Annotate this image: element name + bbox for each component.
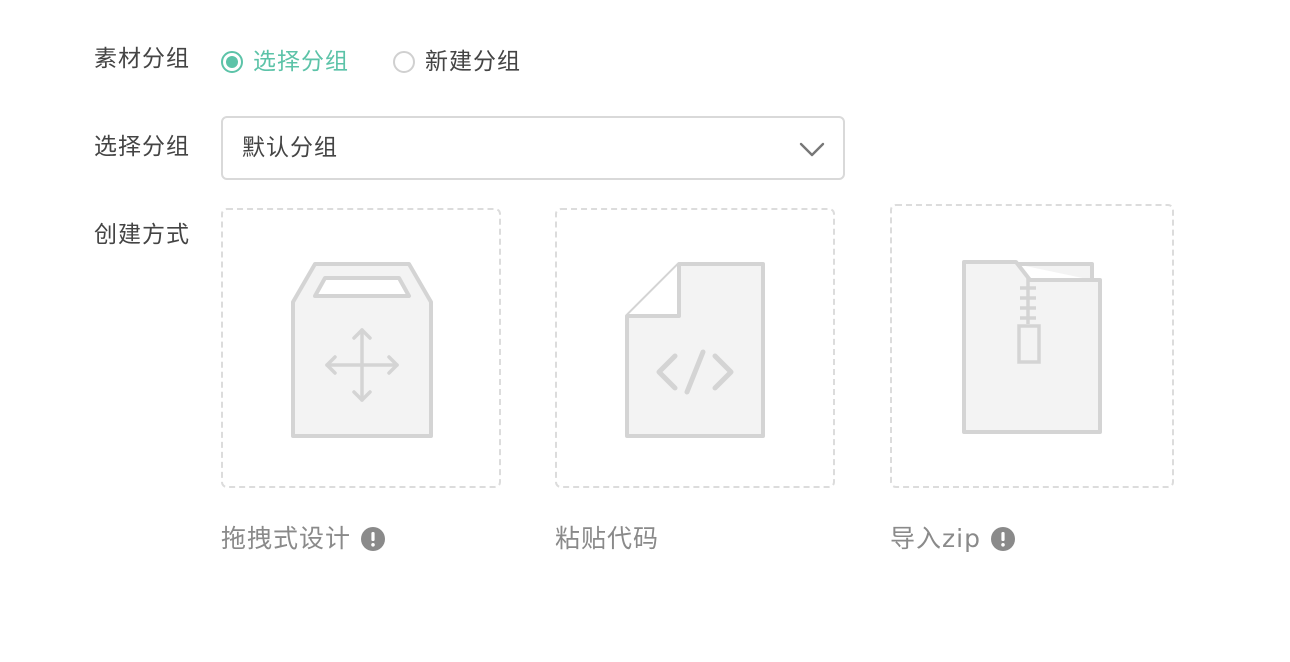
drag-design-card[interactable] [221, 208, 501, 488]
material-group-label: 素材分组 [94, 46, 190, 72]
drag-box-icon [291, 262, 433, 438]
radio-unchecked-icon[interactable] [393, 51, 415, 73]
import-zip-card[interactable] [890, 204, 1174, 488]
select-group-label: 选择分组 [94, 134, 190, 160]
chevron-down-icon[interactable] [799, 140, 825, 158]
import-zip-caption[interactable]: 导入zip [890, 526, 1015, 551]
radio-select-group[interactable]: 选择分组 [221, 46, 349, 78]
group-select-value[interactable]: 默认分组 [242, 137, 338, 160]
radio-new-group-label[interactable]: 新建分组 [425, 50, 521, 74]
code-file-icon [625, 262, 765, 438]
group-select[interactable]: 默认分组 [221, 116, 845, 180]
paste-code-caption[interactable]: 粘贴代码 [555, 526, 659, 551]
create-method-label: 创建方式 [94, 222, 190, 248]
info-icon[interactable] [361, 526, 386, 551]
drag-design-label[interactable]: 拖拽式设计 [221, 526, 351, 551]
zip-file-icon [962, 260, 1102, 434]
import-zip-label[interactable]: 导入zip [890, 526, 981, 551]
info-icon[interactable] [990, 526, 1015, 551]
radio-select-group-label[interactable]: 选择分组 [253, 50, 349, 74]
radio-new-group[interactable]: 新建分组 [393, 46, 521, 78]
drag-design-caption[interactable]: 拖拽式设计 [221, 526, 386, 551]
create-material-form: 素材分组 选择分组 新建分组 选择分组 默认分组 创建方式 拖拽式设计 粘贴代码… [0, 0, 1290, 662]
paste-code-label[interactable]: 粘贴代码 [555, 526, 659, 551]
radio-checked-icon[interactable] [221, 51, 243, 73]
paste-code-card[interactable] [555, 208, 835, 488]
